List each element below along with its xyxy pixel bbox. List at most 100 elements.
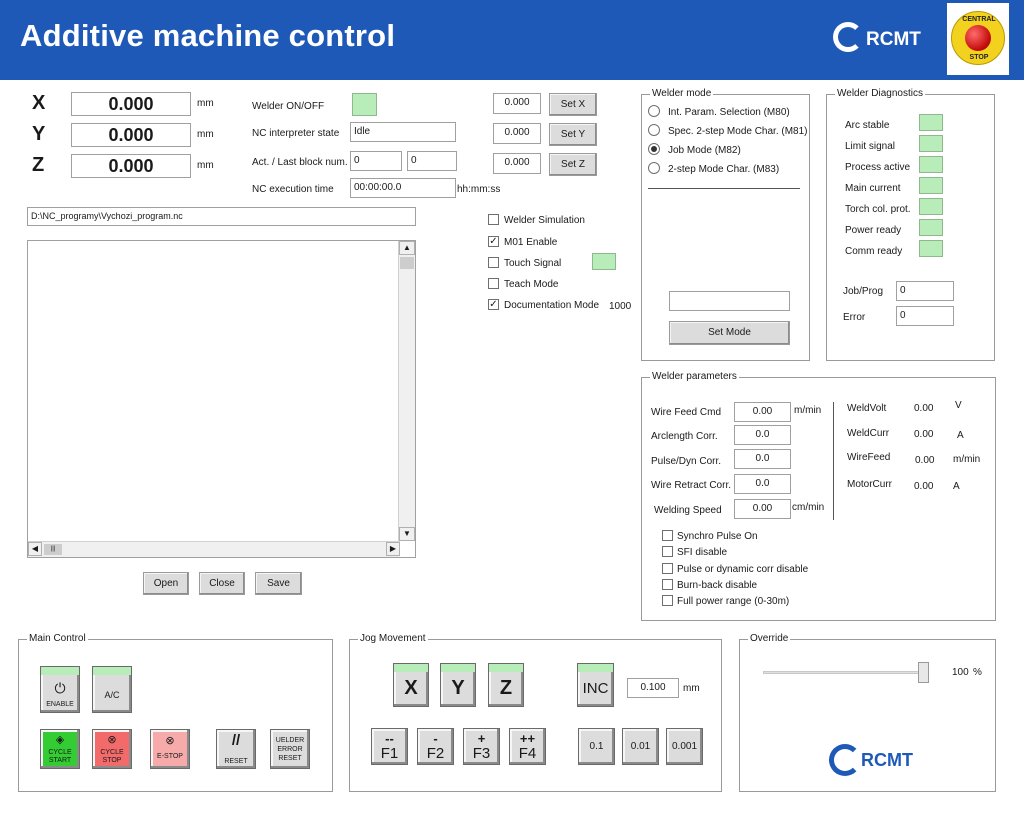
welder-reset-label-1: UELDER bbox=[275, 737, 305, 744]
program-path-field[interactable]: D:\NC_programy\Vychozi_program.nc bbox=[27, 207, 416, 226]
jog-x-button[interactable]: X bbox=[393, 663, 429, 707]
override-slider-thumb[interactable] bbox=[918, 662, 929, 683]
mode-divider bbox=[648, 188, 800, 189]
diag-led-comm-ready bbox=[919, 240, 943, 257]
m01-enable-checkbox[interactable]: ✓ bbox=[488, 236, 499, 247]
override-group: Override 100 % RCMT bbox=[739, 633, 996, 792]
jog-f1-symbol: -- bbox=[385, 731, 394, 746]
axis-z-value: 0.000 bbox=[71, 154, 191, 178]
set-z-input[interactable]: 0.000 bbox=[493, 153, 541, 174]
diagnostics-title: Welder Diagnostics bbox=[835, 88, 925, 99]
cycle-start-button[interactable]: ◈ CYCLE START bbox=[40, 729, 80, 769]
axis-y-unit: mm bbox=[197, 129, 214, 140]
open-button[interactable]: Open bbox=[143, 572, 189, 595]
scroll-right-icon[interactable]: ▶ bbox=[386, 542, 400, 556]
inc-unit: mm bbox=[683, 683, 700, 694]
documentation-mode-checkbox[interactable]: ✓ bbox=[488, 299, 499, 310]
teach-mode-label: Teach Mode bbox=[504, 279, 559, 290]
override-slider-track[interactable] bbox=[763, 671, 928, 674]
set-x-button[interactable]: Set X bbox=[549, 93, 597, 116]
arclength-corr-label: Arclength Corr. bbox=[651, 431, 718, 442]
step-0-1-button[interactable]: 0.1 bbox=[578, 728, 615, 765]
pulse-dyn-corr-input[interactable]: 0.0 bbox=[734, 449, 791, 469]
header-logo-text: RCMT bbox=[866, 29, 921, 50]
jog-f2-button[interactable]: - F2 bbox=[417, 728, 454, 765]
scroll-down-icon[interactable]: ▼ bbox=[399, 527, 415, 541]
mode-label-m80: Int. Param. Selection (M80) bbox=[668, 107, 790, 118]
axis-z-unit: mm bbox=[197, 160, 214, 171]
cycle-start-label-2: START bbox=[48, 757, 72, 764]
scroll-thumb-vertical[interactable] bbox=[400, 257, 414, 269]
set-x-input[interactable]: 0.000 bbox=[493, 93, 541, 114]
reset-button[interactable]: // RESET bbox=[216, 729, 256, 769]
wire-retract-corr-input[interactable]: 0.0 bbox=[734, 474, 791, 494]
enable-button[interactable]: ⏻ ENABLE bbox=[40, 666, 80, 713]
sfi-disable-checkbox[interactable] bbox=[662, 546, 673, 557]
scroll-thumb-horizontal[interactable]: ||| bbox=[44, 544, 62, 555]
jog-f3-button[interactable]: + F3 bbox=[463, 728, 500, 765]
mode-radio-m83[interactable] bbox=[648, 162, 660, 174]
wire-retract-corr-label: Wire Retract Corr. bbox=[651, 480, 732, 491]
estop-icon: ⊗ bbox=[165, 735, 175, 747]
diag-led-process-active bbox=[919, 156, 943, 173]
mode-radio-m82[interactable] bbox=[648, 143, 660, 155]
ac-label: A/C bbox=[104, 690, 120, 700]
jog-y-button[interactable]: Y bbox=[440, 663, 476, 707]
cycle-start-icon: ◈ bbox=[55, 734, 65, 746]
inc-button[interactable]: INC bbox=[577, 663, 614, 707]
jog-f2-key: F2 bbox=[426, 745, 445, 762]
inc-value-input[interactable]: 0.100 bbox=[627, 678, 679, 698]
stop-badge-line1: CENTRAL bbox=[962, 16, 996, 23]
nc-state-label: NC interpreter state bbox=[252, 128, 340, 139]
synchro-pulse-checkbox[interactable] bbox=[662, 530, 673, 541]
step-0-001-button[interactable]: 0.001 bbox=[666, 728, 703, 765]
central-stop-badge[interactable]: CENTRAL STOP bbox=[947, 3, 1009, 75]
step-0-01-button[interactable]: 0.01 bbox=[622, 728, 659, 765]
exec-time-field: 00:00:00.0 bbox=[350, 178, 456, 198]
welder-reset-label-3: RESET bbox=[278, 755, 302, 762]
horizontal-scrollbar[interactable]: ◀ ||| ▶ bbox=[28, 541, 400, 557]
welder-onoff-indicator[interactable] bbox=[352, 93, 377, 116]
arclength-corr-input[interactable]: 0.0 bbox=[734, 425, 791, 445]
teach-mode-checkbox[interactable] bbox=[488, 278, 499, 289]
touch-signal-checkbox[interactable] bbox=[488, 257, 499, 268]
jog-f4-button[interactable]: ++ F4 bbox=[509, 728, 546, 765]
weld-curr-label: WeldCurr bbox=[847, 428, 890, 439]
cycle-stop-label-2: STOP bbox=[102, 757, 122, 764]
program-editor[interactable]: ▲ ▼ ◀ ||| ▶ bbox=[27, 240, 416, 558]
weld-volt-label: WeldVolt bbox=[847, 403, 887, 414]
documentation-mode-label: Documentation Mode bbox=[504, 300, 600, 311]
error-field: 0 bbox=[896, 306, 954, 326]
estop-button[interactable]: ⊗ E-STOP bbox=[150, 729, 190, 769]
mode-radio-m80[interactable] bbox=[648, 105, 660, 117]
pulse-dyn-disable-checkbox[interactable] bbox=[662, 563, 673, 574]
jog-f1-button[interactable]: -- F1 bbox=[371, 728, 408, 765]
jog-x-led bbox=[394, 664, 428, 672]
set-y-input[interactable]: 0.000 bbox=[493, 123, 541, 144]
wire-feed-cmd-input[interactable]: 0.00 bbox=[734, 402, 791, 422]
burn-back-disable-checkbox[interactable] bbox=[662, 579, 673, 590]
welder-mode-input[interactable] bbox=[669, 291, 790, 311]
app-header: Additive machine control RCMT CENTRAL ST… bbox=[0, 0, 1024, 80]
jog-z-button[interactable]: Z bbox=[488, 663, 524, 707]
cycle-stop-button[interactable]: ⊗ CYCLE STOP bbox=[92, 729, 132, 769]
ac-button[interactable]: A/C bbox=[92, 666, 132, 713]
vertical-scrollbar[interactable]: ▲ ▼ bbox=[398, 241, 415, 541]
diag-label-arc-stable: Arc stable bbox=[845, 120, 890, 131]
rcmt-logo-icon bbox=[829, 744, 861, 776]
mode-label-m81: Spec. 2-step Mode Char. (M81) bbox=[668, 126, 808, 137]
scroll-up-icon[interactable]: ▲ bbox=[399, 241, 415, 255]
mode-radio-m81[interactable] bbox=[648, 124, 660, 136]
full-power-range-checkbox[interactable] bbox=[662, 595, 673, 606]
scroll-left-icon[interactable]: ◀ bbox=[28, 542, 42, 556]
set-mode-button[interactable]: Set Mode bbox=[669, 321, 790, 345]
welder-error-reset-button[interactable]: UELDER ERROR RESET bbox=[270, 729, 310, 769]
act-block-field: 0 bbox=[350, 151, 402, 171]
close-button[interactable]: Close bbox=[199, 572, 245, 595]
save-button[interactable]: Save bbox=[255, 572, 302, 595]
set-y-button[interactable]: Set Y bbox=[549, 123, 597, 146]
welding-speed-input[interactable]: 0.00 bbox=[734, 499, 791, 519]
set-z-button[interactable]: Set Z bbox=[549, 153, 597, 176]
welder-simulation-checkbox[interactable] bbox=[488, 214, 499, 225]
reset-icon: // bbox=[231, 732, 241, 749]
